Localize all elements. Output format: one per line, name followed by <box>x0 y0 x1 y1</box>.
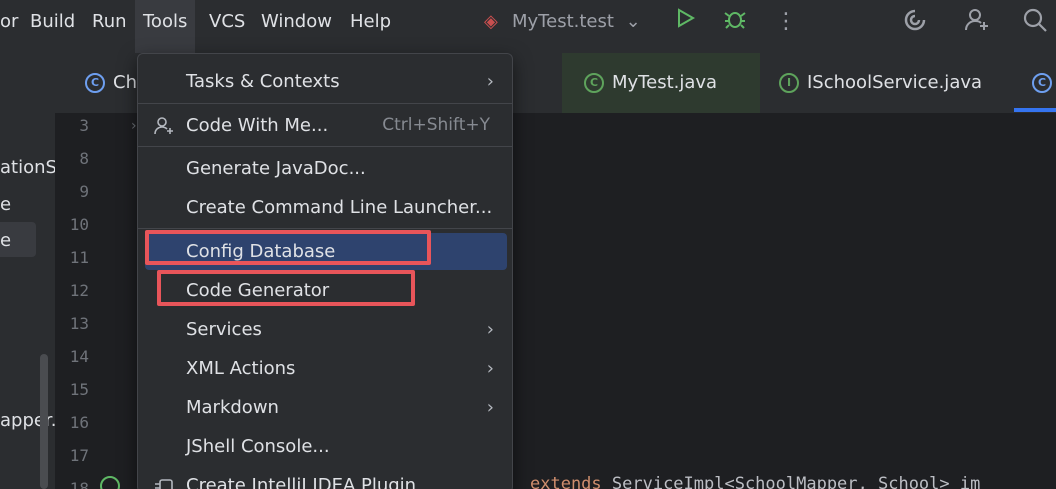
debug-icon[interactable] <box>720 7 750 37</box>
menu-item-jshell-console[interactable]: JShell Console... <box>138 428 512 465</box>
menu-vcs[interactable]: VCS <box>209 0 245 53</box>
plugin-icon <box>154 467 176 489</box>
annotation-box-code-generator <box>157 270 415 306</box>
menu-item-tasks-contexts[interactable]: Tasks & Contexts › <box>138 63 512 100</box>
run-config-label: MyTest.test <box>512 11 614 32</box>
menu-item-services[interactable]: Services › <box>138 311 512 348</box>
menu-help[interactable]: Help <box>350 0 391 53</box>
separator <box>138 103 512 104</box>
project-tree: ationS e e apper. <box>0 114 55 489</box>
class-icon: C <box>85 73 105 93</box>
submenu-arrow-icon: › <box>486 358 494 379</box>
tree-item[interactable]: ationS <box>0 157 55 178</box>
line-number: 18 <box>69 479 89 489</box>
separator <box>138 146 512 147</box>
fold-arrow-icon[interactable]: › <box>131 118 137 134</box>
menu-item-xml-actions[interactable]: XML Actions › <box>138 350 512 387</box>
code-line-18: extends ServiceImpl<SchoolMapper, School… <box>530 474 980 489</box>
menu-item-label: XML Actions <box>186 358 296 379</box>
line-number: 15 <box>69 380 89 399</box>
test-class-icon: C <box>584 73 604 93</box>
line-number: 17 <box>69 446 89 465</box>
tab-label: Ch <box>113 72 137 93</box>
tab-label: MyTest.java <box>612 72 718 93</box>
menu-tools[interactable]: Tools <box>135 0 196 53</box>
menubar: or Build Run Tools VCS Window Help ◈ MyTe… <box>0 0 1056 53</box>
run-icon[interactable] <box>670 7 700 37</box>
ai-assistant-icon[interactable] <box>900 7 930 37</box>
line-number: 11 <box>69 248 89 267</box>
submenu-arrow-icon: › <box>486 397 494 418</box>
tab-mytest[interactable]: C MyTest.java <box>562 53 760 113</box>
shortcut-label: Ctrl+Shift+Y <box>382 115 490 135</box>
class-icon: C <box>1032 73 1052 93</box>
line-number: 10 <box>69 215 89 234</box>
menu-item-command-line-launcher[interactable]: Create Command Line Launcher... <box>138 189 512 226</box>
menu-item-label: Generate JavaDoc... <box>186 158 366 179</box>
submenu-arrow-icon: › <box>486 71 494 92</box>
menu-item-label: Create Command Line Launcher... <box>186 197 493 218</box>
add-user-icon[interactable] <box>962 7 992 37</box>
line-number: 14 <box>69 347 89 366</box>
run-config-icon: ◈ <box>484 11 498 32</box>
scrollbar[interactable] <box>40 354 48 489</box>
tree-item[interactable]: e <box>0 230 11 251</box>
line-number: 13 <box>69 314 89 333</box>
line-number: 12 <box>69 281 89 300</box>
code-text: ServiceImpl<SchoolMapper, School> im <box>601 474 981 489</box>
tab-label: ISchoolService.java <box>807 72 983 93</box>
menu-item-label: JShell Console... <box>186 436 330 457</box>
tree-item[interactable]: e <box>0 194 11 215</box>
tab-class-ch[interactable]: C Ch <box>85 53 137 113</box>
interface-icon: I <box>779 73 799 93</box>
menu-item-label: Markdown <box>186 397 279 418</box>
menu-item-label: Code With Me... <box>186 115 329 136</box>
annotation-box-config-database <box>145 230 431 265</box>
menu-window[interactable]: Window <box>261 0 332 53</box>
project-header <box>0 53 55 114</box>
separator <box>138 228 512 229</box>
line-number: 3 <box>79 116 89 135</box>
menu-item-label: Services <box>186 319 262 340</box>
active-tab-indicator <box>1014 108 1056 112</box>
line-number: 9 <box>79 182 89 201</box>
tab-ischoolservice[interactable]: I ISchoolService.java <box>779 53 982 113</box>
tab-class-partial[interactable]: C <box>1032 53 1056 113</box>
line-number: 16 <box>69 413 89 432</box>
line-number: 8 <box>79 149 89 168</box>
menu-item-label: Tasks & Contexts <box>186 71 340 92</box>
implementation-gutter-icon[interactable] <box>100 476 120 489</box>
menu-item-create-plugin[interactable]: Create IntelliJ IDEA Plugin <box>138 467 512 489</box>
submenu-arrow-icon: › <box>486 319 494 340</box>
menu-item-markdown[interactable]: Markdown › <box>138 389 512 426</box>
menu-run[interactable]: Run <box>92 0 127 53</box>
chevron-down-icon: ⌄ <box>625 11 641 32</box>
more-options-icon[interactable]: ⋮ <box>771 7 801 37</box>
run-config-selector[interactable]: ◈ MyTest.test ⌄ <box>484 0 641 44</box>
menu-item-code-with-me[interactable]: Code With Me... Ctrl+Shift+Y <box>138 107 512 144</box>
menu-build[interactable]: Build <box>30 0 75 53</box>
line-gutter: 3 8 9 10 11 12 13 14 15 16 17 18 › <box>55 114 137 489</box>
menu-editor[interactable]: or <box>0 0 18 53</box>
menu-item-label: Create IntelliJ IDEA Plugin <box>186 475 417 489</box>
code-keyword: extends <box>530 474 602 489</box>
search-icon[interactable] <box>1020 7 1050 37</box>
user-plus-icon <box>154 107 174 144</box>
menu-item-generate-javadoc[interactable]: Generate JavaDoc... <box>138 150 512 187</box>
